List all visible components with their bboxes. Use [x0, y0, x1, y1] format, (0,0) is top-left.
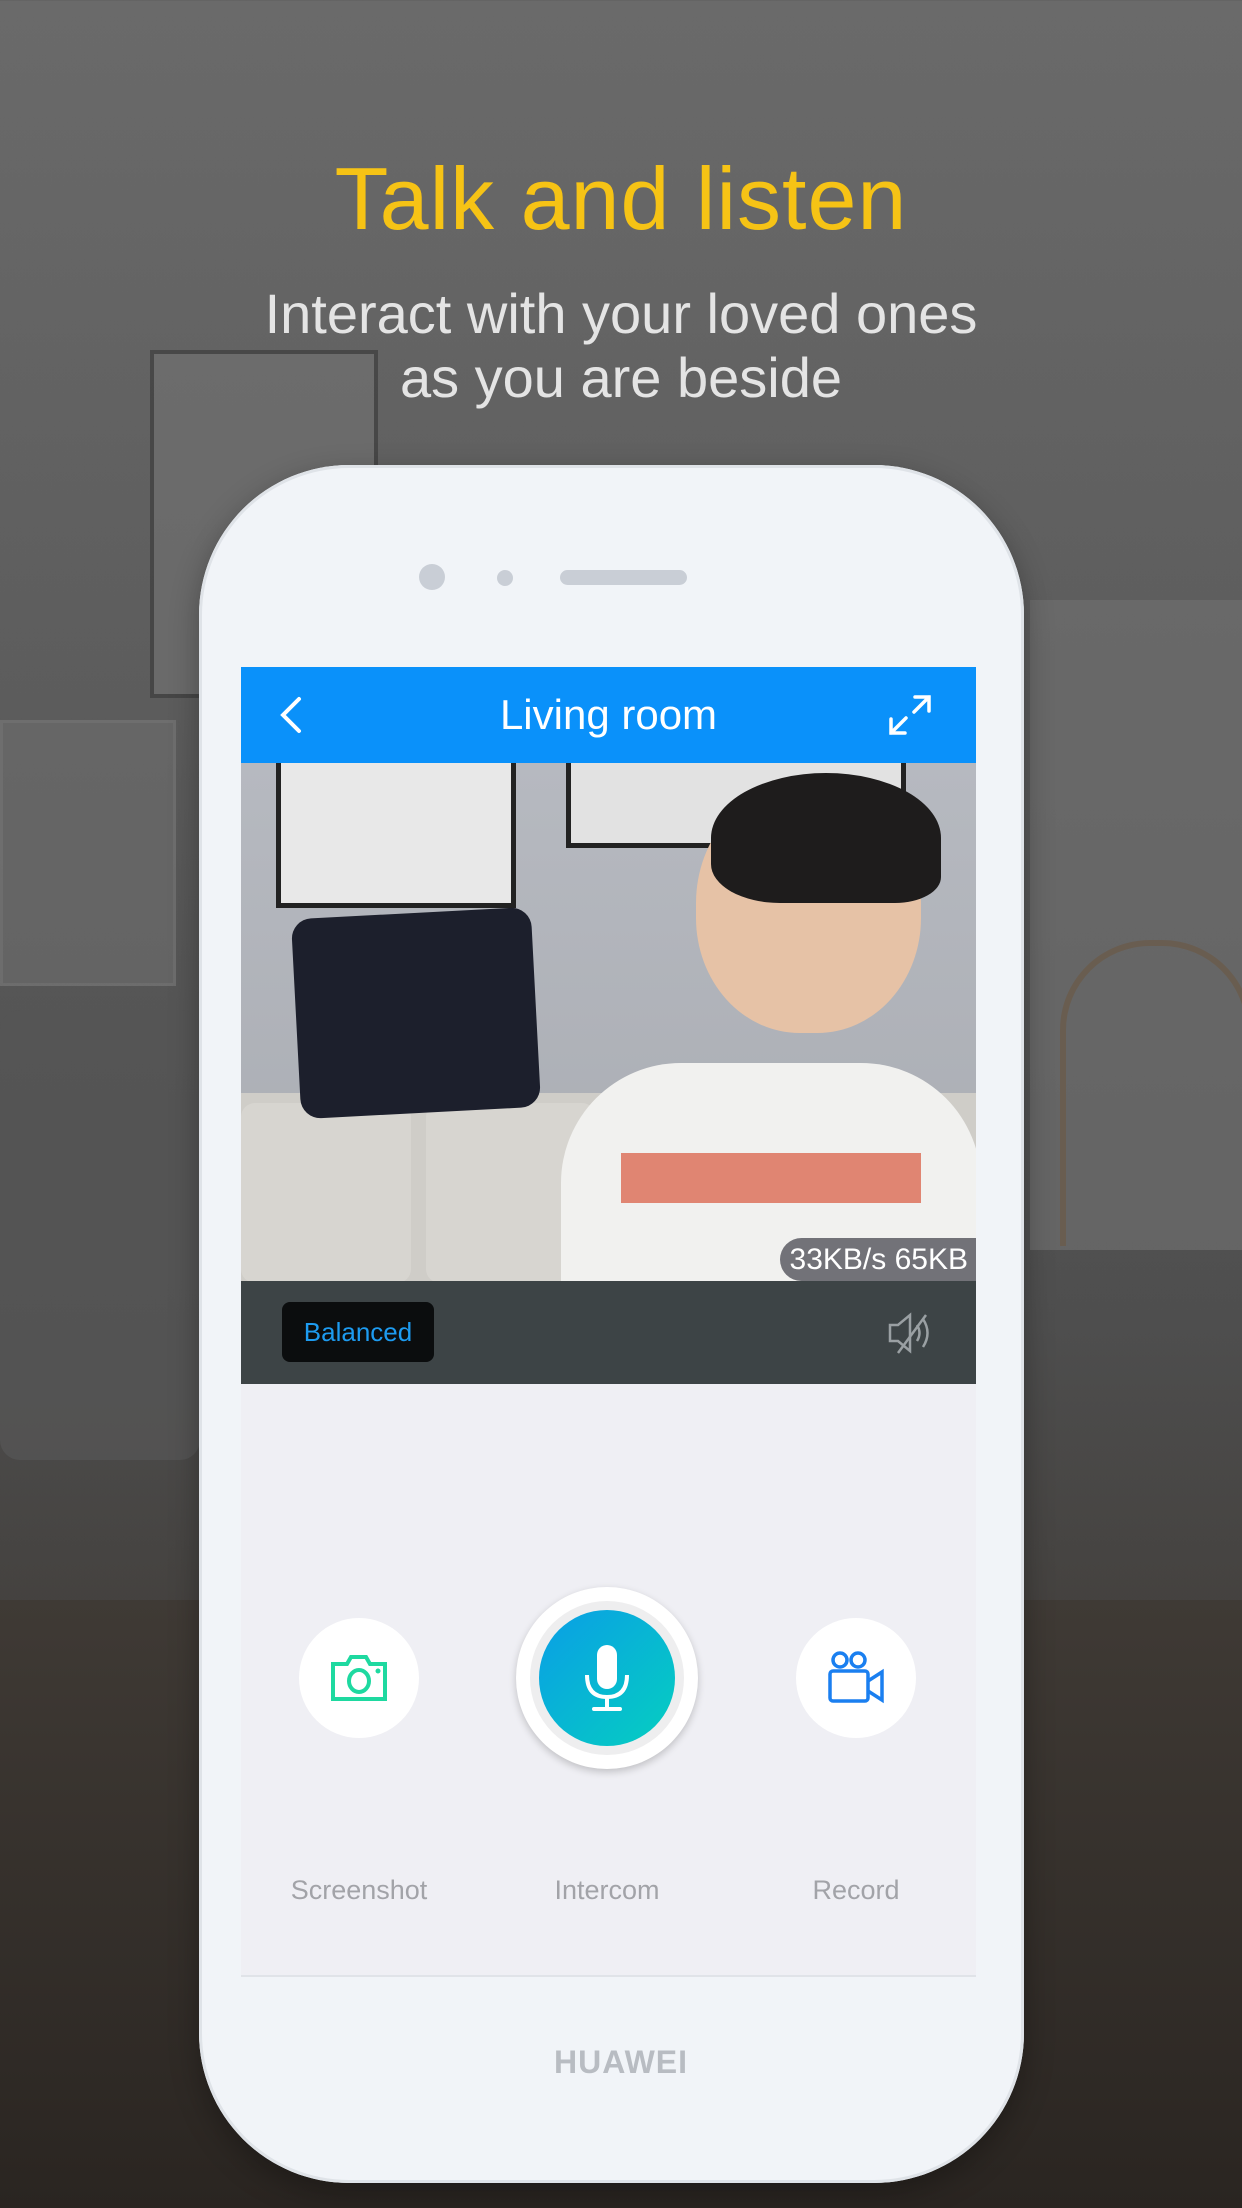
expand-icon[interactable] [885, 691, 935, 739]
screenshot-label: Screenshot [290, 1875, 428, 1905]
camera-icon [331, 1655, 387, 1701]
quality-button[interactable]: Balanced [282, 1302, 434, 1362]
promo-subtitle-line2: as you are beside [399, 346, 843, 409]
video-wall-frame [276, 763, 516, 908]
app-header: Living room [241, 667, 976, 763]
screen-divider [241, 1975, 976, 1977]
earpiece-speaker [560, 570, 687, 585]
background-chair [1060, 940, 1242, 1246]
record-button[interactable] [796, 1618, 916, 1738]
proximity-sensor [497, 570, 513, 586]
video-pillow [290, 906, 542, 1120]
page-title: Living room [499, 691, 718, 738]
video-child-hair [711, 773, 941, 903]
device-brand-logo: HUAWEI [554, 2044, 688, 2080]
video-control-bar: Balanced [241, 1281, 976, 1384]
front-camera [419, 564, 445, 590]
video-camera-icon [828, 1651, 884, 1704]
video-shirt-stripe [621, 1153, 921, 1203]
live-video-feed[interactable]: 33KB/s 65KB [241, 763, 976, 1281]
record-label: Record [812, 1875, 900, 1905]
speaker-muted-icon[interactable] [886, 1311, 936, 1355]
promo-headline: Talk and listen [334, 149, 908, 248]
screenshot-button[interactable] [299, 1618, 419, 1738]
stream-stats-badge: 33KB/s 65KB [779, 1238, 976, 1281]
background-plant-frame [0, 720, 176, 986]
intercom-label: Intercom [554, 1875, 660, 1905]
background-sofa [0, 1010, 200, 1460]
promo-subtitle-line1: Interact with your loved ones [264, 282, 978, 345]
microphone-icon [585, 1645, 629, 1711]
app-screen: Living room 33KB/s 65KB Balanced Screens… [241, 667, 976, 1975]
video-cushion [241, 1103, 411, 1281]
intercom-button[interactable] [516, 1587, 698, 1769]
